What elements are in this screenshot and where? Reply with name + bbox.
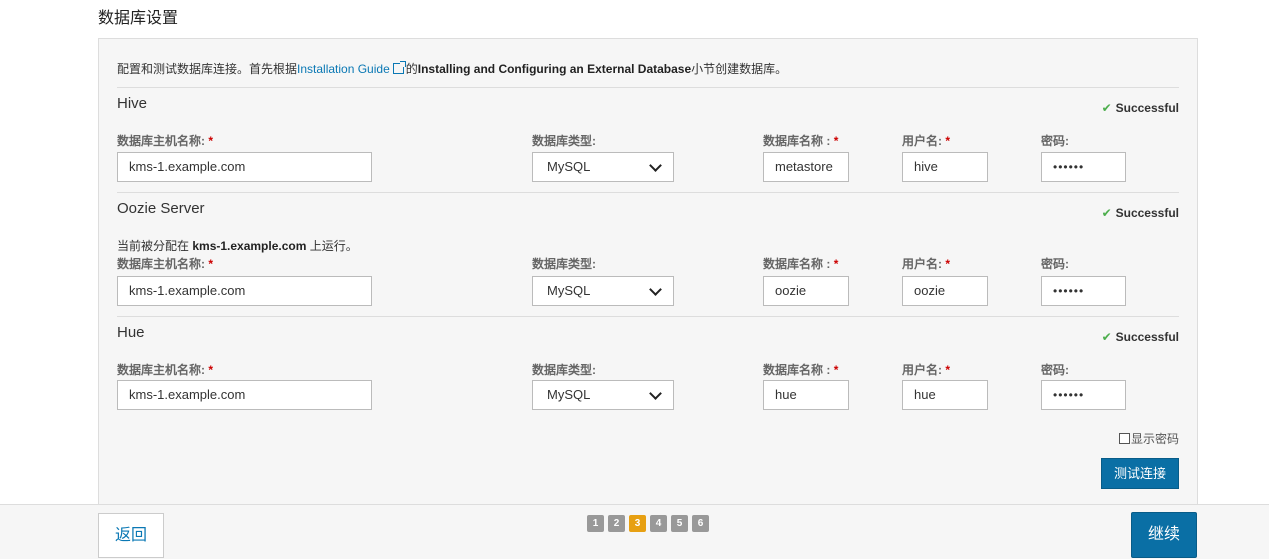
assigned-host-note: 当前被分配在 kms-1.example.com 上运行。: [117, 237, 358, 254]
user-label-text: 用户名:: [902, 134, 942, 148]
db-type-value: MySQL: [547, 387, 591, 402]
step-indicator: 1 2 3 4 5 6: [587, 515, 709, 532]
password-input[interactable]: ••••••: [1041, 152, 1126, 182]
user-input[interactable]: oozie: [902, 276, 988, 306]
section-title: Hue: [117, 324, 145, 341]
host-input[interactable]: kms-1.example.com: [117, 152, 372, 182]
password-label: 密码:: [1041, 257, 1069, 271]
password-input[interactable]: ••••••: [1041, 380, 1126, 410]
show-password-checkbox[interactable]: 显示密码: [1118, 430, 1179, 447]
db-type-select[interactable]: MySQL: [532, 276, 674, 306]
status-text: Successful: [1115, 330, 1179, 344]
required-mark: *: [208, 257, 214, 271]
required-mark: *: [833, 363, 839, 377]
step-2[interactable]: 2: [608, 515, 625, 532]
hue-section: Hue ✔ Successful 数据库主机名称: * kms-1.example…: [117, 316, 1179, 421]
user-label: 用户名: *: [902, 255, 950, 272]
status-text: Successful: [1115, 206, 1179, 220]
step-5[interactable]: 5: [671, 515, 688, 532]
db-name-input[interactable]: metastore: [763, 152, 849, 182]
intro-text: 配置和测试数据库连接。首先根据Installation Guide 的Instal…: [117, 60, 787, 77]
db-name-input[interactable]: oozie: [763, 276, 849, 306]
chevron-down-icon: [649, 283, 662, 296]
db-name-label: 数据库名称 : *: [763, 361, 838, 378]
host-label: 数据库主机名称: *: [117, 255, 213, 272]
check-icon: ✔: [1101, 330, 1112, 344]
test-connection-button[interactable]: 测试连接: [1101, 458, 1179, 489]
password-input[interactable]: ••••••: [1041, 276, 1126, 306]
db-name-label: 数据库名称 : *: [763, 255, 838, 272]
password-label: 密码:: [1041, 363, 1069, 377]
status-successful: ✔ Successful: [1102, 101, 1179, 115]
hive-section: Hive ✔ Successful 数据库主机名称: * kms-1.exampl…: [117, 87, 1179, 192]
status-successful: ✔ Successful: [1102, 206, 1179, 220]
note-suffix: 上运行。: [306, 239, 358, 253]
step-3-current[interactable]: 3: [629, 515, 646, 532]
db-type-label: 数据库类型:: [532, 257, 596, 271]
status-successful: ✔ Successful: [1102, 330, 1179, 344]
user-label: 用户名: *: [902, 132, 950, 149]
step-4[interactable]: 4: [650, 515, 667, 532]
required-mark: *: [833, 134, 839, 148]
required-mark: *: [208, 134, 214, 148]
oozie-server-section: Oozie Server ✔ Successful 当前被分配在 kms-1.ex…: [117, 192, 1179, 316]
check-icon: ✔: [1101, 206, 1112, 220]
required-mark: *: [945, 134, 951, 148]
status-text: Successful: [1115, 101, 1179, 115]
host-input[interactable]: kms-1.example.com: [117, 276, 372, 306]
db-name-label-text: 数据库名称 :: [763, 257, 831, 271]
installation-guide-link-label: Installation Guide: [297, 62, 390, 76]
required-mark: *: [833, 257, 839, 271]
check-icon: ✔: [1101, 101, 1112, 115]
user-label: 用户名: *: [902, 361, 950, 378]
db-name-label: 数据库名称 : *: [763, 132, 838, 149]
db-type-select[interactable]: MySQL: [532, 152, 674, 182]
wizard-footer: 返回 1 2 3 4 5 6 继续: [0, 504, 1269, 559]
intro-section-name: Installing and Configuring an External D…: [417, 62, 692, 76]
user-label-text: 用户名:: [902, 257, 942, 271]
required-mark: *: [208, 363, 214, 377]
checkbox-icon: [1118, 433, 1130, 444]
continue-button[interactable]: 继续: [1131, 512, 1197, 558]
host-label: 数据库主机名称: *: [117, 132, 213, 149]
db-type-value: MySQL: [547, 283, 591, 298]
required-mark: *: [945, 257, 951, 271]
user-input[interactable]: hive: [902, 152, 988, 182]
db-type-label: 数据库类型:: [532, 363, 596, 377]
back-button[interactable]: 返回: [98, 513, 164, 558]
intro-mid: 的: [405, 62, 418, 76]
section-title: Oozie Server: [117, 200, 205, 217]
chevron-down-icon: [649, 159, 662, 172]
db-name-input[interactable]: hue: [763, 380, 849, 410]
step-6[interactable]: 6: [692, 515, 709, 532]
intro-prefix: 配置和测试数据库连接。首先根据: [117, 62, 298, 76]
external-link-icon: [392, 61, 406, 74]
db-type-label: 数据库类型:: [532, 134, 596, 148]
host-label-text: 数据库主机名称:: [117, 363, 205, 377]
host-label-text: 数据库主机名称:: [117, 257, 205, 271]
intro-suffix: 小节创建数据库。: [691, 62, 788, 76]
db-name-label-text: 数据库名称 :: [763, 134, 831, 148]
db-type-value: MySQL: [547, 159, 591, 174]
step-1[interactable]: 1: [587, 515, 604, 532]
installation-guide-link[interactable]: Installation Guide: [297, 61, 406, 76]
required-mark: *: [945, 363, 951, 377]
note-prefix: 当前被分配在: [117, 239, 193, 253]
show-password-label: 显示密码: [1130, 432, 1179, 446]
host-label: 数据库主机名称: *: [117, 361, 213, 378]
password-label: 密码:: [1041, 134, 1069, 148]
section-title: Hive: [117, 95, 148, 112]
chevron-down-icon: [649, 387, 662, 400]
user-label-text: 用户名:: [902, 363, 942, 377]
host-label-text: 数据库主机名称:: [117, 134, 205, 148]
db-name-label-text: 数据库名称 :: [763, 363, 831, 377]
user-input[interactable]: hue: [902, 380, 988, 410]
database-settings-panel: 配置和测试数据库连接。首先根据Installation Guide 的Instal…: [98, 38, 1198, 518]
note-host: kms-1.example.com: [192, 239, 307, 253]
db-type-select[interactable]: MySQL: [532, 380, 674, 410]
host-input[interactable]: kms-1.example.com: [117, 380, 372, 410]
page-title: 数据库设置: [98, 10, 179, 27]
